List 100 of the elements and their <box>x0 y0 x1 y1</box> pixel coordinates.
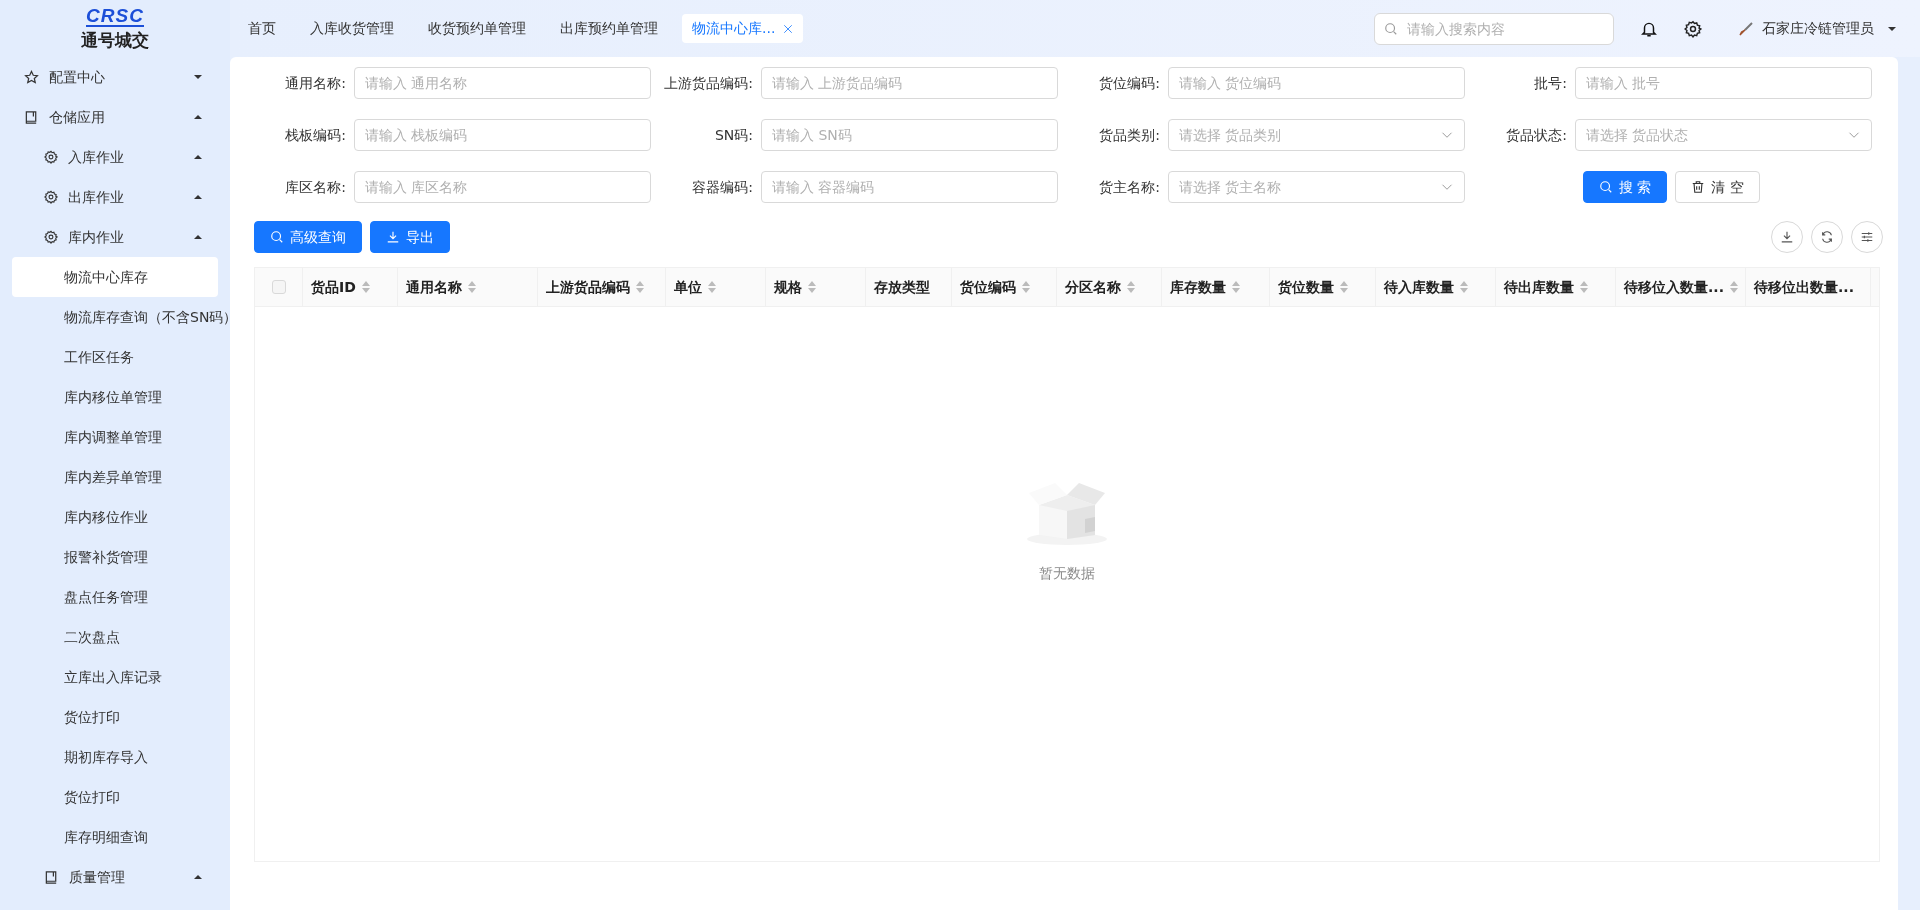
column-header[interactable]: 待入库数量 <box>1376 268 1496 306</box>
sidebar-item[interactable]: 库内移位单管理 <box>0 377 230 417</box>
download-icon <box>1780 230 1794 244</box>
column-header[interactable]: 库存数量 <box>1162 268 1270 306</box>
logo-text: CRSC <box>86 6 144 28</box>
column-header[interactable]: 待移位出数量... <box>1746 268 1871 306</box>
sidebar-label[interactable]: 入库作业 <box>68 146 124 168</box>
field-label: 货位编码: <box>1098 73 1161 93</box>
select-all-checkbox[interactable] <box>271 280 286 294</box>
sidebar-item[interactable]: 入库作业 <box>0 137 230 177</box>
input-field[interactable]: 请输入 库区名称 <box>354 171 651 203</box>
refresh-button[interactable] <box>1811 221 1843 253</box>
download-icon <box>386 230 400 244</box>
sidebar-item[interactable]: 期初库存导入 <box>0 737 230 777</box>
field-label: 货主名称: <box>1098 177 1161 197</box>
tab[interactable]: 收货预约单管理 <box>418 14 536 43</box>
sidebar-label[interactable]: 配置中心 <box>49 66 105 88</box>
input-field[interactable]: 请输入 上游货品编码 <box>761 67 1058 99</box>
column-header[interactable]: 待出库数量 <box>1496 268 1616 306</box>
sort-icon <box>468 281 476 293</box>
sidebar-item[interactable]: 盘点任务管理 <box>0 577 230 617</box>
tab[interactable]: 入库收货管理 <box>300 14 404 43</box>
empty-text: 暂无数据 <box>1039 564 1095 583</box>
refresh-icon <box>1820 230 1834 244</box>
search-icon <box>1599 180 1613 194</box>
column-header[interactable]: 货位编码 <box>952 268 1057 306</box>
sidebar-label[interactable]: 库内作业 <box>68 226 124 248</box>
input-field[interactable]: 请输入 容器编码 <box>761 171 1058 203</box>
download-button[interactable] <box>1771 221 1803 253</box>
sidebar-label[interactable]: 质量管理 <box>69 866 125 888</box>
select-field[interactable]: 请选择 货主名称 <box>1168 171 1465 203</box>
tab[interactable]: 物流中心库... <box>682 14 804 43</box>
sidebar-item[interactable]: 库内作业 <box>0 217 230 257</box>
advanced-search-button[interactable]: 高级查询 <box>254 221 362 253</box>
export-button[interactable]: 导出 <box>370 221 450 253</box>
sidebar-label[interactable]: 出库作业 <box>68 186 124 208</box>
sidebar-item[interactable]: 配置中心 <box>0 57 230 97</box>
book-icon <box>44 869 59 885</box>
sidebar-item[interactable]: 立库出入库记录 <box>0 657 230 697</box>
sidebar-item[interactable]: 仓储应用 <box>0 97 230 137</box>
field-label: SN码: <box>713 125 754 145</box>
sidebar-item[interactable]: 质量管理 <box>0 857 230 897</box>
column-header[interactable]: 单位 <box>666 268 766 306</box>
select-field[interactable]: 请选择 货品状态 <box>1575 119 1872 151</box>
search-button[interactable]: 搜 索 <box>1583 171 1668 203</box>
logo-name: 通号城交 <box>81 31 149 51</box>
sidebar-item[interactable]: 工作区任务 <box>0 337 230 377</box>
sidebar-item[interactable]: 货位打印 <box>0 697 230 737</box>
sort-icon <box>808 281 816 293</box>
sidebar-item[interactable]: 报警补货管理 <box>0 537 230 577</box>
input-field[interactable]: 请输入 批号 <box>1575 67 1872 99</box>
column-header[interactable]: 通用名称 <box>398 268 538 306</box>
input-field[interactable]: 请输入 通用名称 <box>354 67 651 99</box>
close-icon <box>783 23 794 34</box>
search-field[interactable]: 请输入搜索内容 <box>1374 12 1614 45</box>
column-header[interactable]: 待移位入数量... <box>1616 268 1746 306</box>
sidebar-item[interactable]: 库内差异单管理 <box>0 457 230 497</box>
sort-icon <box>1729 281 1738 293</box>
gear-icon <box>44 150 58 164</box>
column-header[interactable]: 上游货品编码 <box>538 268 666 306</box>
sidebar-item[interactable]: 货位打印 <box>0 777 230 817</box>
user-name[interactable]: 石家庄冷链管理员 <box>1762 18 1874 39</box>
sort-icon <box>636 281 644 293</box>
tab[interactable]: 首页 <box>238 14 286 43</box>
sidebar-item[interactable]: 物流中心库存 <box>12 257 218 297</box>
select-field[interactable]: 请选择 货品类别 <box>1168 119 1465 151</box>
column-header[interactable]: 货位数量 <box>1270 268 1376 306</box>
settings-icon <box>1860 230 1874 244</box>
field-label: 上游货品编码: <box>663 73 754 93</box>
column-settings-button[interactable] <box>1851 221 1883 253</box>
sidebar-item[interactable]: 库内移位作业 <box>0 497 230 537</box>
input-field[interactable]: 请输入 货位编码 <box>1168 67 1465 99</box>
gear-icon <box>44 230 58 244</box>
column-header[interactable]: 分区名称 <box>1057 268 1162 306</box>
settings-icon[interactable] <box>1684 19 1702 38</box>
field-label: 通用名称: <box>284 73 347 93</box>
sidebar-item[interactable]: 库内调整单管理 <box>0 417 230 457</box>
sidebar-label[interactable]: 仓储应用 <box>49 106 105 128</box>
sidebar-item[interactable]: 二次盘点 <box>0 617 230 657</box>
sidebar-item[interactable]: 出库作业 <box>0 177 230 217</box>
sort-icon <box>1022 281 1030 293</box>
sidebar-item[interactable]: 库存明细查询 <box>0 817 230 857</box>
sort-icon <box>361 281 370 293</box>
sidebar-item[interactable]: 物流库存查询（不含SN码） <box>0 297 230 337</box>
sort-icon <box>1340 281 1348 293</box>
book-icon <box>24 109 39 125</box>
tab[interactable]: 出库预约单管理 <box>550 14 668 43</box>
column-header[interactable]: 存放类型 <box>866 268 952 306</box>
search-icon <box>1384 21 1398 36</box>
field-label: 货品状态: <box>1505 125 1568 145</box>
column-header[interactable]: 规格 <box>766 268 866 306</box>
field-label: 库区名称: <box>284 177 347 197</box>
clear-button[interactable]: 清 空 <box>1675 171 1760 203</box>
field-label: 容器编码: <box>691 177 754 197</box>
dropdown-caret-icon[interactable] <box>1888 25 1896 32</box>
sort-icon <box>1232 281 1240 293</box>
input-field[interactable]: 请输入 栈板编码 <box>354 119 651 151</box>
column-header[interactable]: 货品ID <box>303 268 398 306</box>
input-field[interactable]: 请输入 SN码 <box>761 119 1058 151</box>
trash-icon <box>1691 180 1706 194</box>
